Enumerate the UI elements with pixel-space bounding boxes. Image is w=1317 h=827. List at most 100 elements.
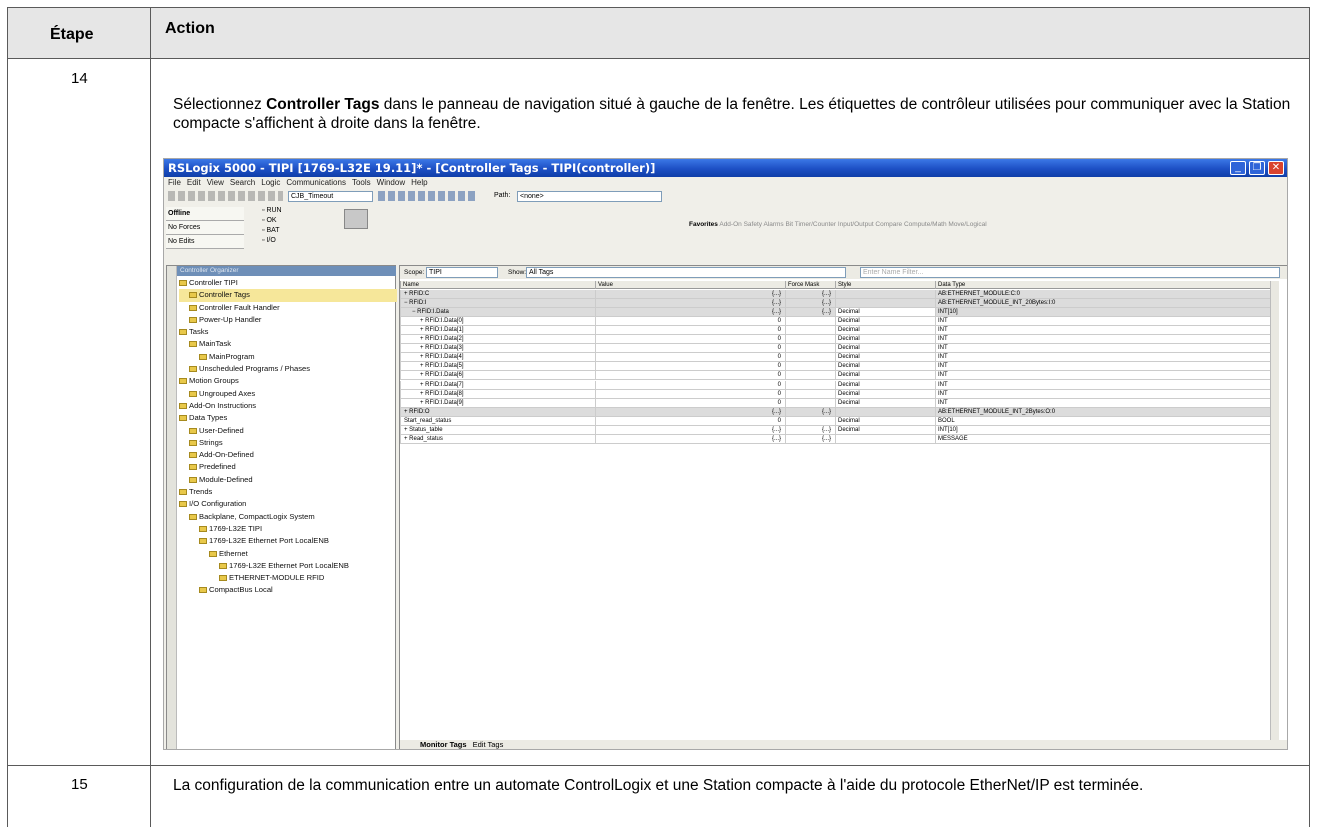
tree-item[interactable]: Power-Up Handler (179, 314, 397, 326)
tag-row[interactable]: + RFID:I.Data[3] 0 Decimal INT (400, 344, 1270, 354)
tag-row[interactable]: + RFID:O {...} {...} AB:ETHERNET_MODULE_INT… (400, 407, 1270, 417)
tree-item[interactable]: Motion Groups (179, 375, 397, 387)
tree-item-label: Motion Groups (189, 376, 239, 386)
tag-value-cell[interactable]: 0 (595, 398, 785, 408)
menu-view[interactable]: View (207, 178, 224, 187)
tag-value-cell[interactable]: 0 (595, 326, 785, 336)
path-combo[interactable]: <none> (517, 191, 662, 202)
toolbar-icons[interactable] (168, 191, 283, 201)
tree-item[interactable]: Controller Fault Handler (179, 302, 397, 314)
tree-item[interactable]: Unscheduled Programs / Phases (179, 363, 397, 375)
status-offline[interactable]: Offline (166, 207, 244, 221)
tree-item-label: 1769-L32E Ethernet Port LocalENB (229, 560, 349, 570)
tag-row[interactable]: Start_read_status 0 Decimal BOOL (400, 416, 1270, 426)
column-header[interactable]: Style (835, 281, 935, 289)
tag-name-cell: + RFID:C (400, 290, 595, 300)
tag-value-cell[interactable]: {...} (595, 434, 785, 444)
tree-item[interactable]: Strings (179, 437, 397, 449)
tag-value-cell[interactable]: {...} (595, 425, 785, 435)
tab-monitor-tags[interactable]: Monitor Tags (420, 740, 467, 749)
tag-row[interactable]: − RFID:I {...} {...} AB:ETHERNET_MODULE_INT… (400, 299, 1270, 309)
toolbar-icons-2[interactable] (378, 191, 478, 201)
tag-value-cell[interactable]: 0 (595, 362, 785, 372)
tree-item[interactable]: ETHERNET-MODULE RFID (179, 572, 397, 584)
tag-row[interactable]: + RFID:I.Data[1] 0 Decimal INT (400, 326, 1270, 336)
tree-item[interactable]: 1769-L32E Ethernet Port LocalENB (179, 560, 397, 572)
tag-value-cell[interactable]: 0 (595, 317, 785, 327)
tree-item[interactable]: CompactBus Local (179, 584, 397, 596)
tag-value-cell[interactable]: {...} (595, 308, 785, 318)
tree-item[interactable]: Ungrouped Axes (179, 388, 397, 400)
tag-row[interactable]: + RFID:I.Data[0] 0 Decimal INT (400, 317, 1270, 327)
tree-item[interactable]: Ethernet (179, 548, 397, 560)
menu-help[interactable]: Help (411, 178, 427, 187)
tree-item[interactable]: I/O Configuration (179, 498, 397, 510)
status-no-forces[interactable]: No Forces (166, 221, 244, 235)
tag-value-cell[interactable]: 0 (595, 380, 785, 390)
column-header[interactable]: Name (400, 281, 595, 289)
column-header[interactable]: Force Mask (785, 281, 835, 289)
tag-value-cell[interactable]: 0 (595, 344, 785, 354)
column-header[interactable]: Data Type (935, 281, 1270, 289)
menu-tools[interactable]: Tools (352, 178, 371, 187)
tree-item[interactable]: 1769-L32E Ethernet Port LocalENB (179, 535, 397, 547)
start-page-strip[interactable] (167, 266, 177, 749)
tag-value-cell[interactable]: {...} (595, 407, 785, 417)
tree-item[interactable]: Tasks (179, 326, 397, 338)
tab-edit-tags[interactable]: Edit Tags (473, 740, 504, 749)
tag-value-cell[interactable]: 0 (595, 389, 785, 399)
tag-row[interactable]: + Status_table {...} {...} Decimal INT[10] (400, 425, 1270, 435)
tree-item[interactable]: 1769-L32E TIPI (179, 523, 397, 535)
restore-icon[interactable]: ❐ (1249, 161, 1265, 175)
tag-row[interactable]: + RFID:I.Data[7] 0 Decimal INT (400, 380, 1270, 390)
tag-row[interactable]: + RFID:C {...} {...} AB:ETHERNET_MODULE:C:0 (400, 290, 1270, 300)
tree-item[interactable]: Add-On-Defined (179, 449, 397, 461)
scope-combo[interactable]: TIPI (426, 267, 498, 278)
tree-item[interactable]: Controller TIPI (179, 277, 397, 289)
vertical-scrollbar[interactable] (1270, 281, 1279, 743)
tag-row[interactable]: + RFID:I.Data[8] 0 Decimal INT (400, 389, 1270, 399)
tree-item[interactable]: Module-Defined (179, 474, 397, 486)
close-icon[interactable]: ✕ (1268, 161, 1284, 175)
tag-style-cell: Decimal (835, 416, 935, 426)
tag-value-cell[interactable]: {...} (595, 299, 785, 309)
tag-value-cell[interactable]: {...} (595, 290, 785, 300)
tree-item[interactable]: Predefined (179, 461, 397, 473)
instruction-tabs-rest[interactable]: Add-On Safety Alarms Bit Timer/Counter I… (719, 221, 986, 228)
tag-row[interactable]: + RFID:I.Data[5] 0 Decimal INT (400, 362, 1270, 372)
tree-item[interactable]: Controller Tags (179, 289, 397, 302)
column-header[interactable]: Value (595, 281, 785, 289)
minimize-icon[interactable]: _ (1230, 161, 1246, 175)
tree-item[interactable]: MainProgram (179, 351, 397, 363)
show-combo[interactable]: All Tags (526, 267, 846, 278)
tab-favorites[interactable]: Favorites (689, 221, 718, 228)
folder-icon (189, 452, 197, 459)
tree-item[interactable]: Add-On Instructions (179, 400, 397, 412)
routine-combo[interactable]: CJB_Timeout (288, 191, 373, 202)
tag-value-cell[interactable]: 0 (595, 353, 785, 363)
menu-file[interactable]: File (168, 178, 181, 187)
tree-item[interactable]: Trends (179, 486, 397, 498)
tree-item[interactable]: Backplane, CompactLogix System (179, 511, 397, 523)
menu-search[interactable]: Search (230, 178, 255, 187)
instruction-tab-bar[interactable]: Favorites Add-On Safety Alarms Bit Timer… (689, 221, 1287, 230)
tag-row[interactable]: + RFID:I.Data[2] 0 Decimal INT (400, 335, 1270, 345)
menu-logic[interactable]: Logic (261, 178, 280, 187)
tree-item[interactable]: User-Defined (179, 425, 397, 437)
menu-window[interactable]: Window (377, 178, 405, 187)
tag-row[interactable]: − RFID:I.Data {...} {...} Decimal INT[10] (400, 308, 1270, 318)
menu-communications[interactable]: Communications (286, 178, 346, 187)
tag-row[interactable]: + RFID:I.Data[9] 0 Decimal INT (400, 398, 1270, 408)
tag-row[interactable]: + Read_status {...} {...} MESSAGE (400, 434, 1270, 444)
tree-item[interactable]: Data Types (179, 412, 397, 424)
name-filter-input[interactable]: Enter Name Filter... (860, 267, 1280, 278)
tag-value-cell[interactable]: 0 (595, 335, 785, 345)
tree-item[interactable]: MainTask (179, 338, 397, 350)
status-no-edits[interactable]: No Edits (166, 235, 244, 249)
tag-value-cell[interactable]: 0 (595, 371, 785, 381)
menu-edit[interactable]: Edit (187, 178, 201, 187)
tag-row[interactable]: + RFID:I.Data[4] 0 Decimal INT (400, 353, 1270, 363)
organizer-title: Controller Organizer (177, 266, 396, 276)
tag-row[interactable]: + RFID:I.Data[6] 0 Decimal INT (400, 371, 1270, 381)
tag-value-cell[interactable]: 0 (595, 416, 785, 426)
